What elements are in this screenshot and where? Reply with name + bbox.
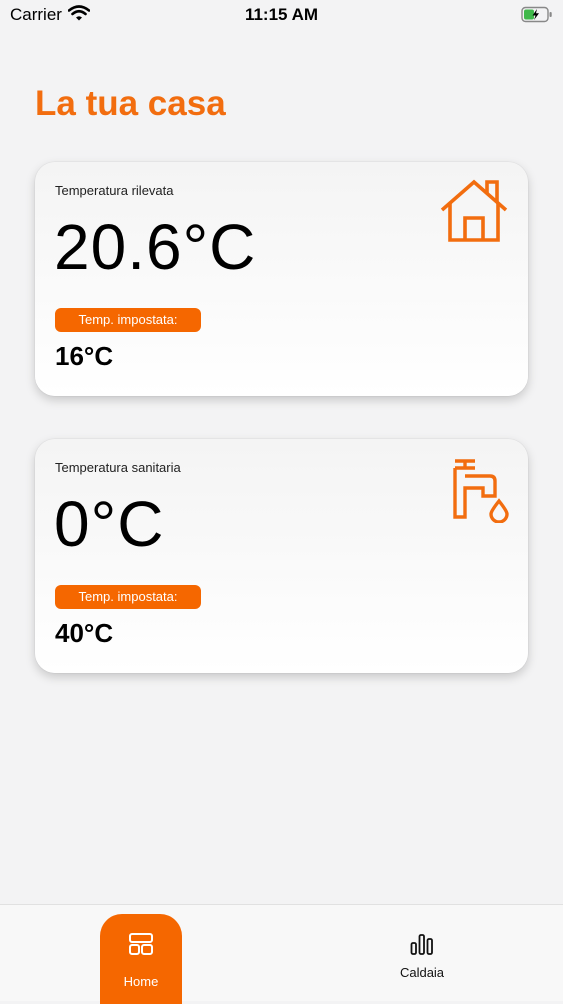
bar-chart-icon — [410, 932, 434, 959]
sanitary-temperature-value: 0°C — [54, 488, 165, 560]
status-bar: Carrier 11:15 AM — [0, 0, 563, 30]
tab-home-label: Home — [123, 974, 159, 989]
detected-temperature-value: 20.6°C — [54, 211, 257, 283]
set-temperature-value: 16°C — [55, 341, 114, 371]
set-temperature-badge: Temp. impostata: — [55, 585, 201, 609]
sanitary-temperature-card[interactable]: Temperatura sanitaria 0°C Temp. impostat… — [35, 439, 528, 673]
faucet-icon — [451, 457, 511, 528]
clock: 11:15 AM — [244, 5, 319, 24]
set-temperature-value: 40°C — [55, 618, 114, 648]
detected-temperature-card[interactable]: Temperatura rilevata 20.6°C Temp. impost… — [35, 162, 528, 396]
battery-charging-icon — [521, 6, 553, 28]
card-label: Temperatura rilevata — [55, 183, 174, 198]
tab-caldaia[interactable]: Caldaia — [381, 928, 463, 988]
tab-bar: Home Caldaia — [0, 904, 563, 1004]
tab-caldaia-label: Caldaia — [399, 965, 445, 980]
set-temperature-badge: Temp. impostata: — [55, 308, 201, 332]
page-title: La tua casa — [35, 84, 226, 123]
tab-home[interactable]: Home — [100, 914, 182, 1004]
card-label: Temperatura sanitaria — [55, 460, 181, 475]
house-icon — [440, 178, 508, 249]
dashboard-icon — [128, 932, 154, 959]
